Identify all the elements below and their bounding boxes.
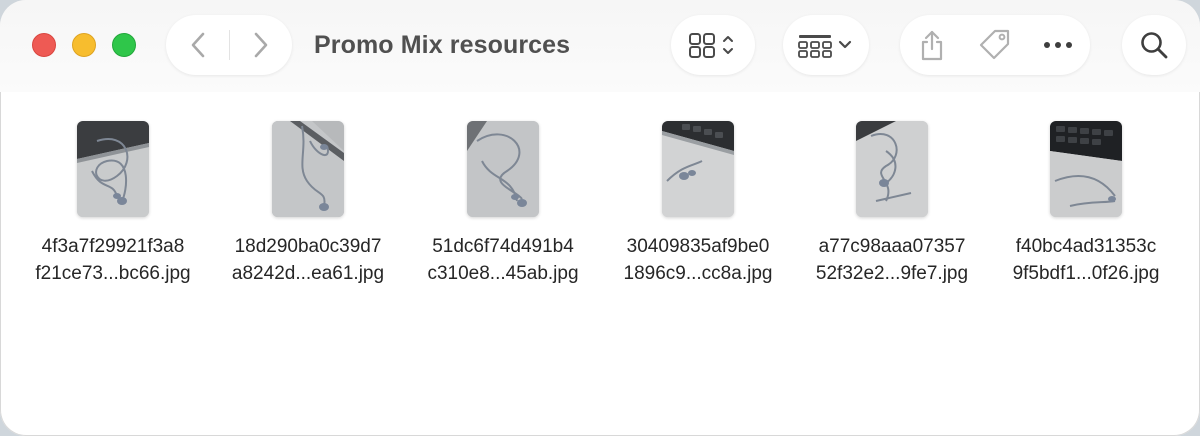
- file-name-line-1: 18d290ba0c39d7: [234, 236, 382, 257]
- chevron-left-icon: [191, 32, 204, 58]
- image-thumbnail: [662, 121, 734, 217]
- file-item[interactable]: 30409835af9be0 1896c9...cc8a.jpg: [600, 110, 796, 287]
- file-name-line-2: 1896c9...cc8a.jpg: [623, 263, 773, 284]
- close-button[interactable]: [32, 33, 56, 57]
- file-item[interactable]: a77c98aaa07357 52f32e2...9fe7.jpg: [794, 110, 990, 287]
- file-name: f40bc4ad31353c 9f5bdf1...0f26.jpg: [988, 233, 1184, 287]
- tag-icon: [979, 29, 1010, 60]
- zoom-button[interactable]: [112, 33, 136, 57]
- toolbar: Promo Mix resources: [0, 0, 1200, 92]
- file-name-line-1: 4f3a7f29921f3a8: [41, 236, 185, 257]
- search-button[interactable]: [1122, 15, 1186, 75]
- icon-grid-view-icon: [689, 33, 733, 58]
- search-icon: [1141, 32, 1168, 59]
- view-mode-button[interactable]: [671, 15, 755, 75]
- file-name-line-1: 51dc6f74d491b4: [432, 236, 574, 257]
- file-name-line-2: f21ce73...bc66.jpg: [35, 263, 191, 284]
- file-name: 4f3a7f29921f3a8 f21ce73...bc66.jpg: [15, 233, 211, 287]
- file-name: 18d290ba0c39d7 a8242d...ea61.jpg: [210, 233, 406, 287]
- file-name: a77c98aaa07357 52f32e2...9fe7.jpg: [794, 233, 990, 287]
- share-button[interactable]: [901, 15, 964, 75]
- group-by-icon: [798, 35, 852, 58]
- more-button[interactable]: [1027, 15, 1090, 75]
- file-name-line-2: c310e8...45ab.jpg: [427, 263, 579, 284]
- file-name-line-2: 52f32e2...9fe7.jpg: [815, 263, 969, 284]
- file-item[interactable]: 18d290ba0c39d7 a8242d...ea61.jpg: [210, 110, 406, 287]
- file-item[interactable]: 4f3a7f29921f3a8 f21ce73...bc66.jpg: [15, 110, 211, 287]
- file-name-line-2: 9f5bdf1...0f26.jpg: [1012, 263, 1160, 284]
- image-thumbnail: [272, 121, 344, 217]
- more-icon: [1044, 42, 1072, 48]
- image-thumbnail: [77, 121, 149, 217]
- minimize-button[interactable]: [72, 33, 96, 57]
- file-item[interactable]: 51dc6f74d491b4 c310e8...45ab.jpg: [405, 110, 601, 287]
- file-item[interactable]: f40bc4ad31353c 9f5bdf1...0f26.jpg: [988, 110, 1184, 287]
- file-name: 51dc6f74d491b4 c310e8...45ab.jpg: [405, 233, 601, 287]
- window-title: Promo Mix resources: [314, 31, 571, 59]
- file-name: 30409835af9be0 1896c9...cc8a.jpg: [600, 233, 796, 287]
- file-name-line-1: f40bc4ad31353c: [1015, 236, 1157, 257]
- forward-button[interactable]: [230, 15, 290, 75]
- tag-button[interactable]: [964, 15, 1027, 75]
- file-name-line-1: a77c98aaa07357: [818, 236, 966, 257]
- file-name-line-2: a8242d...ea61.jpg: [231, 263, 385, 284]
- share-icon: [921, 30, 943, 61]
- image-thumbnail: [467, 121, 539, 217]
- back-button[interactable]: [169, 15, 229, 75]
- navigation-group: [166, 15, 292, 75]
- finder-window: Promo Mix resources 4f3a7f29921f3a8 f21c…: [0, 0, 1200, 436]
- actions-group: [900, 15, 1090, 75]
- image-thumbnail: [1050, 121, 1122, 217]
- image-thumbnail: [856, 121, 928, 217]
- group-by-button[interactable]: [783, 15, 869, 75]
- chevron-right-icon: [254, 32, 267, 58]
- file-name-line-1: 30409835af9be0: [626, 236, 770, 257]
